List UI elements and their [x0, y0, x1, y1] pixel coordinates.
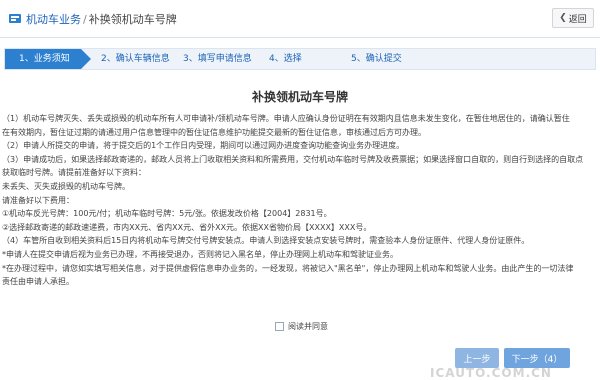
- back-arrow-icon: ❮: [559, 13, 567, 23]
- page-header: 机动车业务 / 补换领机动车号牌 ❮ 返回: [0, 0, 600, 38]
- step-1: 1、业务须知: [5, 49, 91, 69]
- prev-step-button[interactable]: 上一步: [455, 348, 499, 368]
- step-2: 2、确认车辆信息: [101, 54, 170, 64]
- notice-content: （1）机动车号牌灭失、丢失或损毁的机动车所有人可申请补/领机动车号牌。申请人应确…: [2, 112, 598, 289]
- breadcrumb-separator: /: [83, 13, 87, 26]
- agree-checkbox[interactable]: [275, 322, 284, 331]
- step-progress-bar: 1、业务须知 2、确认车辆信息 3、填写申请信息 4、选择 5、确认提交: [4, 48, 596, 70]
- step-5: 5、确认提交: [351, 54, 402, 64]
- notice-line: 请准备好以下费用：: [2, 195, 74, 205]
- notice-line: *申请人在提交申请后视为业务已办理，不再接受退办，否则将记入黑名单，停止办理网上…: [2, 249, 398, 259]
- breadcrumb-root-link[interactable]: 机动车业务: [26, 13, 81, 26]
- agree-checkbox-row[interactable]: 阅读并同意: [275, 321, 328, 332]
- notice-line: （2）申请人所提交的申请，将于提交后的1个工作日内受理，期间可以通过网办进度查询…: [2, 141, 405, 151]
- breadcrumb: 机动车业务 / 补换领机动车号牌: [26, 11, 177, 27]
- notice-line: *在办理过程中，请您如实填写相关信息，对于提供虚假信息申办业务的，一经发现，将被…: [2, 263, 574, 273]
- notice-line: 未丢失、灭失或损毁的机动车号牌。: [2, 181, 130, 191]
- notice-line: （3）申请成功后，如果选择邮政寄递的，邮政人员将上门收取相关资料和所需费用，交付…: [2, 154, 584, 164]
- notice-line: （1）机动车号牌灭失、丢失或损毁的机动车所有人可申请补/领机动车号牌。申请人应确…: [2, 114, 570, 123]
- notice-line: 责任由申请人承担。: [2, 277, 74, 287]
- back-button[interactable]: ❮ 返回: [552, 8, 594, 28]
- car-business-icon: [9, 14, 21, 23]
- step-4: 4、选择: [269, 54, 302, 64]
- step-3: 3、填写申请信息: [183, 54, 252, 64]
- notice-line: 获取临时号牌。请提前准备好以下资料：: [2, 168, 146, 178]
- back-label: 返回: [568, 14, 587, 25]
- watermark: ICAUTO.COM.CN: [430, 366, 552, 380]
- notice-line: （4）车管所自收到相关资料后15日内将机动车号牌交付号牌安装点。申请人到选择安装…: [2, 236, 530, 246]
- next-step-button[interactable]: 下一步（4）: [504, 348, 570, 368]
- page-title: 补换领机动车号牌: [251, 90, 348, 104]
- notice-line: ②选择邮政寄递的邮政速递费，市内XX元、省内XX元、省外XX元。依据XX省物价局…: [2, 222, 372, 232]
- notice-line: ①机动车反光号牌：100元/付；机动车临时号牌：5元/张。依据发改价格【2004…: [2, 209, 332, 219]
- agree-label: 阅读并同意: [288, 322, 328, 331]
- notice-line: 在有效期内，暂住证过期的请通过用户信息管理中的暂住证信息维护功能提交最新的暂住证…: [2, 127, 426, 137]
- breadcrumb-current: 补换领机动车号牌: [88, 13, 177, 26]
